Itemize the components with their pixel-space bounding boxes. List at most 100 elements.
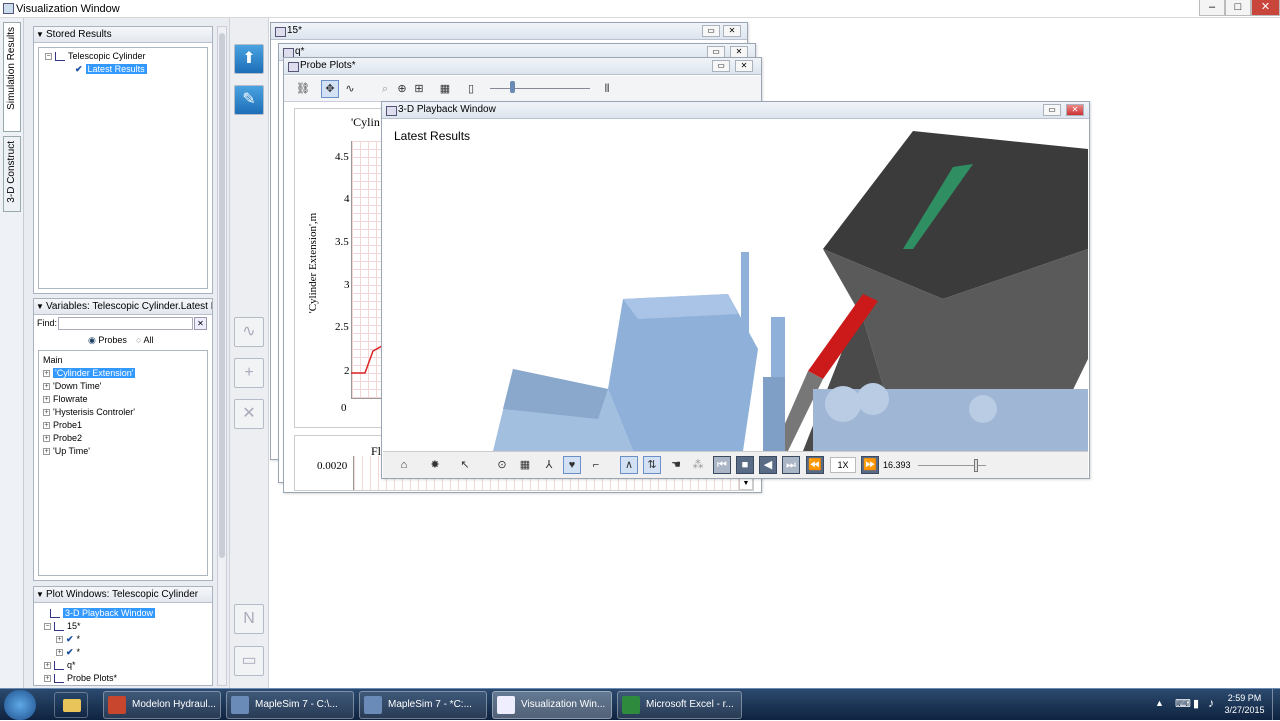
playback-title[interactable]: 3-D Playback Window	[382, 102, 1089, 119]
window-15-restore[interactable]: ▭	[702, 25, 720, 37]
tab-3d-construct[interactable]: 3-D Construct	[3, 136, 21, 212]
window-button[interactable]: ▭	[234, 646, 264, 676]
radio-all-label: All	[143, 335, 154, 345]
variable-item[interactable]: + 'Cylinder Extension'	[43, 367, 136, 380]
variable-item[interactable]: + 'Hysterisis Controler'	[43, 406, 135, 419]
path-icon[interactable]: ⌐	[587, 456, 605, 474]
window-15-close[interactable]: ✕	[723, 25, 741, 37]
axes-icon[interactable]: ⅄	[540, 456, 558, 474]
variable-label: 'Up Time'	[53, 446, 90, 456]
maximize-button[interactable]: □	[1225, 0, 1251, 16]
rewind-icon[interactable]: ⏪	[806, 456, 824, 474]
skip-start-icon[interactable]: ⏮	[713, 456, 731, 474]
speed-field[interactable]: 1X	[830, 457, 856, 473]
playback-restore[interactable]: ▭	[1043, 104, 1061, 116]
playback-slider[interactable]	[918, 459, 986, 472]
tray-arrow-icon[interactable]: ▲	[1155, 698, 1164, 708]
clear-find-icon[interactable]: ✕	[194, 317, 207, 330]
volume-icon[interactable]: ♪	[1208, 696, 1214, 710]
probe-icon[interactable]: ∿	[341, 80, 359, 98]
target-icon[interactable]: ⊙	[493, 456, 511, 474]
explorer-button[interactable]	[54, 692, 88, 718]
plot-window-item[interactable]: + Probe Plots*	[44, 672, 155, 685]
network-icon[interactable]: ⌨	[1175, 697, 1191, 710]
cursor-icon[interactable]: ▯	[462, 80, 480, 98]
lower-plot-dropdown-icon[interactable]: ▼	[739, 478, 753, 490]
start-button[interactable]	[4, 690, 36, 720]
edit-button[interactable]: ✎	[234, 85, 264, 115]
scatter-icon[interactable]: ⁂	[689, 456, 707, 474]
tree-item-main[interactable]: Main	[43, 354, 135, 367]
tab-simulation-results[interactable]: Simulation Results	[3, 22, 21, 132]
ruler-icon[interactable]: ⦀	[598, 80, 616, 98]
trace-icon[interactable]: ∧	[620, 456, 638, 474]
remove-button[interactable]: ✕	[234, 399, 264, 429]
pan-icon[interactable]: ✥	[321, 80, 339, 98]
grid-icon[interactable]: ▦	[516, 456, 534, 474]
variable-item[interactable]: + Flowrate	[43, 393, 135, 406]
radio-all[interactable]: ○ All	[136, 335, 153, 345]
link-icon[interactable]: ⛓	[294, 80, 312, 98]
signal-icon[interactable]: ▮	[1193, 697, 1199, 710]
add-plot-button[interactable]: ∿	[234, 317, 264, 347]
plot-icon	[54, 661, 64, 671]
radio-probes[interactable]: ◉ Probes	[88, 335, 127, 346]
variable-item[interactable]: + 'Down Time'	[43, 380, 135, 393]
zoom-icon[interactable]: ⌕	[376, 80, 394, 98]
add-curve-button[interactable]: +	[234, 358, 264, 388]
tray-time: 2:59 PM	[1227, 693, 1262, 703]
playback-slider-thumb[interactable]	[974, 459, 979, 472]
probe-slider-thumb[interactable]	[510, 81, 515, 93]
grid-icon[interactable]: ▦	[436, 80, 454, 98]
plot-style-button[interactable]: N	[234, 604, 264, 634]
plot-window-label: 15*	[67, 621, 81, 631]
tree-item-model[interactable]: − Telescopic Cylinder	[45, 50, 147, 63]
export-icon: ⬆	[242, 50, 256, 67]
taskbar: Modelon Hydraul... MapleSim 7 - C:\... M…	[0, 688, 1280, 721]
zoom-in-icon[interactable]: ⊕	[393, 80, 411, 98]
light-icon[interactable]: ✸	[426, 456, 444, 474]
plot-window-item[interactable]: 3-D Playback Window	[44, 607, 156, 620]
heart-icon[interactable]: ♥	[563, 456, 581, 474]
plot-windows-header[interactable]: Plot Windows: Telescopic Cylinder	[34, 587, 212, 603]
minimize-button[interactable]: –	[1199, 0, 1225, 16]
find-input[interactable]	[58, 317, 193, 330]
sidebar-scrollbar[interactable]	[217, 26, 227, 686]
show-desktop-button[interactable]	[1272, 689, 1280, 721]
close-button[interactable]: ✕	[1251, 0, 1280, 16]
export-button[interactable]: ⬆	[234, 44, 264, 74]
probe-plots-title[interactable]: Probe Plots*	[284, 58, 761, 75]
probe-slider[interactable]	[490, 88, 590, 89]
tree-item-latest-results[interactable]: ✔ Latest Results	[45, 63, 147, 76]
plot-window-item[interactable]: + ✔ *	[44, 646, 155, 659]
probe-plots-close[interactable]: ✕	[735, 60, 753, 72]
variables-header[interactable]: Variables: Telescopic Cylinder.Latest Re…	[34, 299, 212, 315]
variable-item[interactable]: + Probe2	[43, 432, 135, 445]
playback-scene[interactable]: Latest Results	[383, 119, 1088, 451]
probe-plots-restore[interactable]: ▭	[712, 60, 730, 72]
y-tick: 3	[344, 279, 350, 291]
plot-window-item[interactable]: −15*	[44, 620, 155, 633]
tray-clock[interactable]: 2:59 PM 3/27/2015	[1222, 692, 1267, 716]
variable-label: 'Cylinder Extension'	[53, 368, 136, 378]
variable-item[interactable]: + Probe1	[43, 419, 135, 432]
snap-icon[interactable]: ⇅	[643, 456, 661, 474]
tray-date: 3/27/2015	[1224, 705, 1265, 715]
window-15-title[interactable]: 15*	[271, 23, 747, 40]
plot-window-item[interactable]: + q*	[44, 659, 155, 672]
hand-icon[interactable]: ☚	[667, 456, 685, 474]
zoom-fit-icon[interactable]: ⊞	[410, 80, 428, 98]
plot-window-item[interactable]: + ✔ *	[44, 633, 155, 646]
tab-construct-label: 3-D Construct	[6, 141, 17, 203]
reverse-icon[interactable]: ◀	[759, 456, 777, 474]
sidebar-scroll-thumb[interactable]	[219, 33, 225, 558]
playback-close[interactable]: ✕	[1066, 104, 1084, 116]
pointer-icon[interactable]: ↖	[456, 456, 474, 474]
fast-forward-icon[interactable]: ⏩	[861, 456, 879, 474]
stop-icon[interactable]: ■	[736, 456, 754, 474]
title-bar: Visualization Window – □ ✕	[0, 0, 1280, 18]
skip-end-icon[interactable]: ⏭	[782, 456, 800, 474]
camera-icon[interactable]: ⌂	[395, 456, 413, 474]
variable-item[interactable]: + 'Up Time'	[43, 445, 135, 458]
stored-results-header[interactable]: Stored Results	[34, 27, 212, 43]
